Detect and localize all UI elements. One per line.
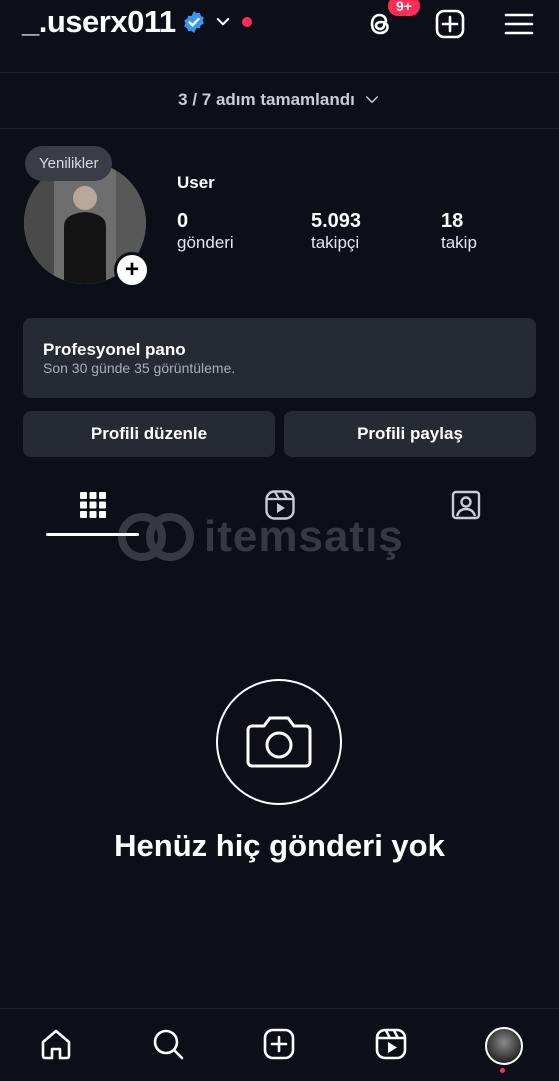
threads-badge: 9+ [388,0,420,16]
share-profile-button[interactable]: Profili paylaş [284,411,536,457]
menu-icon [504,13,534,35]
grid-icon [80,492,106,518]
search-icon [153,1029,184,1060]
empty-state-camera [216,679,342,805]
new-post-icon [435,9,465,39]
plus-icon: + [124,256,139,283]
profile-completion-progress[interactable]: 3 / 7 adım tamamlandı [0,90,559,110]
stat-posts[interactable]: 0 gönderi [177,210,234,253]
notes-bubble[interactable]: Yenilikler [25,146,113,181]
chevron-down-icon [216,18,229,26]
menu-button[interactable] [501,6,537,42]
stat-following[interactable]: 18 takip [441,210,477,253]
watermark: itemsatış [116,512,404,562]
watermark-logo-icon [118,513,194,561]
tagged-icon [451,490,481,520]
stat-value: 0 [177,210,189,232]
tab-tagged[interactable] [448,487,484,523]
profile-display-name: User [177,173,215,192]
username: _.userx011 [22,4,176,39]
nav-profile-avatar[interactable] [485,1027,523,1065]
stat-value: 5.093 [311,210,362,232]
stat-label: gönderi [177,233,234,252]
professional-dashboard-card[interactable]: Profesyonel pano Son 30 günde 35 görüntü… [23,318,536,398]
chevron-down-icon [365,96,378,103]
stat-label: takipçi [311,233,360,252]
progress-text: 3 / 7 adım tamamlandı [178,90,355,109]
add-story-button[interactable]: + [114,252,150,288]
empty-state-title: Henüz hiç gönderi yok [114,828,445,863]
new-post-button[interactable] [432,6,468,42]
nav-search[interactable] [150,1026,186,1062]
home-icon [41,1029,71,1060]
dashboard-subtitle: Son 30 günde 35 görüntüleme. [43,360,236,376]
stat-followers[interactable]: 5.093 takipçi [311,210,361,253]
notification-dot [241,17,252,27]
stat-value: 18 [441,210,464,232]
create-icon [263,1028,295,1060]
verified-badge-icon [183,11,204,33]
dashboard-title: Profesyonel pano [43,340,186,359]
watermark-text: itemsatış [204,512,404,561]
camera-icon [246,716,312,768]
header-divider [0,72,559,73]
nav-notification-dot [500,1068,505,1073]
profile-username-switcher[interactable]: _.userx011 [22,4,252,40]
progress-divider [0,128,559,129]
reels-nav-icon [375,1028,407,1060]
stat-label: takip [441,233,477,252]
nav-reels[interactable] [373,1026,409,1062]
tab-posts-grid[interactable] [75,487,111,523]
nav-create[interactable] [261,1026,297,1062]
edit-profile-button[interactable]: Profili düzenle [23,411,275,457]
nav-home[interactable] [38,1026,74,1062]
